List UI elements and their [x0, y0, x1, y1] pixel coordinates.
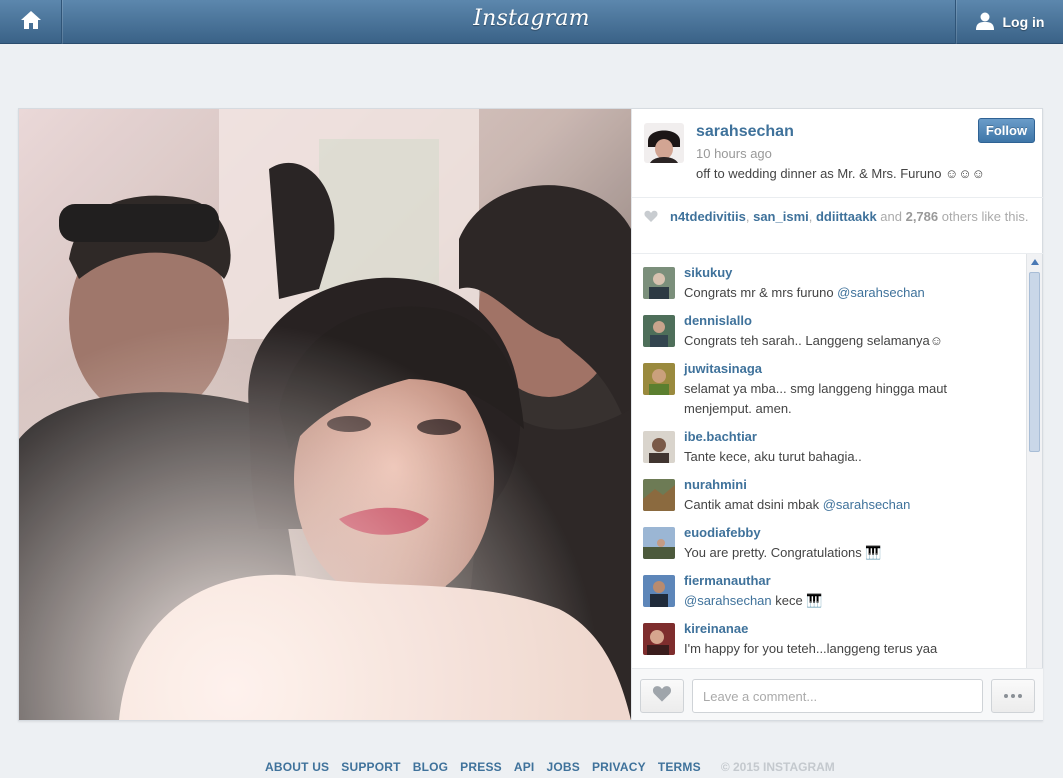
comment-username[interactable]: kireinanae — [684, 621, 748, 636]
comment-username[interactable]: dennislallo — [684, 313, 752, 328]
comment-text: I'm happy for you teteh...langgeng terus… — [684, 639, 1014, 659]
liker-link[interactable]: n4tdedivitiis — [670, 209, 746, 224]
separator: , — [745, 209, 754, 224]
likes-rest-text: others like this. — [938, 209, 1029, 224]
follow-button[interactable]: Follow — [978, 118, 1035, 143]
likes-summary: n4tdedivitiis, san_ismi, ddiittaakk and … — [632, 197, 1043, 254]
comment-avatar[interactable] — [643, 527, 675, 559]
comment-body: Congrats mr & mrs furuno — [684, 285, 838, 300]
post-photo[interactable] — [19, 109, 631, 720]
comment-avatar[interactable] — [643, 623, 675, 655]
user-icon — [975, 11, 995, 34]
login-label: Log in — [1002, 14, 1045, 30]
footer-link-about[interactable]: ABOUT US — [265, 760, 329, 774]
comment-avatar[interactable] — [643, 431, 675, 463]
instagram-logo[interactable]: Instagram — [0, 6, 1063, 31]
comment-username[interactable]: sikukuy — [684, 265, 732, 280]
comment-avatar[interactable] — [643, 267, 675, 299]
comment-avatar[interactable] — [643, 479, 675, 511]
comment-avatar[interactable] — [643, 363, 675, 395]
comment-mention[interactable]: @sarahsechan — [823, 497, 911, 512]
comment-bar — [632, 668, 1043, 720]
liker-link[interactable]: ddiittaakk — [816, 209, 877, 224]
footer-link-support[interactable]: SUPPORT — [341, 760, 400, 774]
comment-body: selamat ya mba... smg langgeng hingga ma… — [684, 381, 948, 416]
separator: , — [808, 209, 816, 224]
comment-item: nurahmini Cantik amat dsini mbak @sarahs… — [632, 466, 1027, 514]
avatar[interactable] — [644, 123, 684, 163]
liker-link[interactable]: san_ismi — [753, 209, 809, 224]
post-card: sarahsechan 10 hours ago off to wedding … — [18, 108, 1043, 721]
footer-link-terms[interactable]: TERMS — [658, 760, 701, 774]
footer-link-jobs[interactable]: JOBS — [546, 760, 579, 774]
comments-scrollbar[interactable] — [1026, 254, 1042, 668]
comment-body: I'm happy for you teteh...langgeng terus… — [684, 641, 938, 656]
comment-body: Tante kece, aku turut bahagia.. — [684, 449, 862, 464]
comment-item: dennislallo Congrats teh sarah.. Langgen… — [632, 302, 1027, 350]
comment-text: Congrats mr & mrs furuno @sarahsechan — [684, 283, 1014, 303]
comment-username[interactable]: euodiafebby — [684, 525, 761, 540]
comment-text: selamat ya mba... smg langgeng hingga ma… — [684, 379, 1014, 419]
comment-mention[interactable]: @sarahsechan — [684, 593, 772, 608]
page-footer: ABOUT US SUPPORT BLOG PRESS API JOBS PRI… — [265, 760, 835, 774]
comment-username[interactable]: juwitasinaga — [684, 361, 762, 376]
post-details-panel: sarahsechan 10 hours ago off to wedding … — [631, 109, 1043, 720]
more-options-button[interactable] — [991, 679, 1035, 713]
more-dots-icon — [1004, 694, 1022, 698]
comment-body: kece 🎹 — [771, 593, 823, 608]
post-username[interactable]: sarahsechan — [696, 123, 794, 141]
heart-icon — [644, 210, 658, 227]
scroll-thumb[interactable] — [1029, 272, 1040, 452]
comment-username[interactable]: nurahmini — [684, 477, 747, 492]
comment-text: Congrats teh sarah.. Langgeng selamanya☺ — [684, 331, 1014, 351]
comment-body: Cantik amat dsini mbak — [684, 497, 823, 512]
footer-link-privacy[interactable]: PRIVACY — [592, 760, 646, 774]
top-bar: Instagram Log in — [0, 0, 1063, 44]
comment-item: juwitasinaga selamat ya mba... smg langg… — [632, 350, 1027, 418]
likes-and-text: and — [876, 209, 906, 224]
scroll-up-arrow-icon[interactable] — [1029, 256, 1041, 268]
comment-body: You are pretty. Congratulations 🎹 — [684, 545, 882, 560]
comment-username[interactable]: fiermanauthar — [684, 573, 771, 588]
likes-count[interactable]: 2,786 — [906, 209, 939, 224]
comment-item: kireinanae I'm happy for you teteh...lan… — [632, 610, 1027, 658]
comment-text: Tante kece, aku turut bahagia.. — [684, 447, 1014, 467]
comment-avatar[interactable] — [643, 575, 675, 607]
comment-body: Congrats teh sarah.. Langgeng selamanya☺ — [684, 333, 943, 348]
comments-list: sikukuy Congrats mr & mrs furuno @sarahs… — [632, 254, 1043, 668]
comment-avatar[interactable] — [643, 315, 675, 347]
heart-icon — [652, 685, 672, 708]
comment-item: fiermanauthar @sarahsechan kece 🎹 — [632, 562, 1027, 610]
comment-item: euodiafebby You are pretty. Congratulati… — [632, 514, 1027, 562]
comment-mention[interactable]: @sarahsechan — [837, 285, 925, 300]
comment-text: You are pretty. Congratulations 🎹 — [684, 543, 1014, 563]
comment-text: @sarahsechan kece 🎹 — [684, 591, 1014, 611]
post-timestamp[interactable]: 10 hours ago — [696, 146, 772, 161]
login-button[interactable]: Log in — [955, 0, 1063, 44]
footer-link-blog[interactable]: BLOG — [413, 760, 448, 774]
comment-item: sikukuy Congrats mr & mrs furuno @sarahs… — [632, 254, 1027, 302]
footer-link-api[interactable]: API — [514, 760, 535, 774]
comment-input[interactable] — [692, 679, 983, 713]
copyright: © 2015 INSTAGRAM — [720, 760, 835, 774]
footer-link-press[interactable]: PRESS — [460, 760, 502, 774]
comment-username[interactable]: ibe.bachtiar — [684, 429, 757, 444]
post-header: sarahsechan 10 hours ago off to wedding … — [632, 109, 1043, 197]
comment-item: ibe.bachtiar Tante kece, aku turut bahag… — [632, 418, 1027, 466]
comment-text: Cantik amat dsini mbak @sarahsechan — [684, 495, 1014, 515]
like-button[interactable] — [640, 679, 684, 713]
post-caption: off to wedding dinner as Mr. & Mrs. Furu… — [696, 166, 985, 181]
